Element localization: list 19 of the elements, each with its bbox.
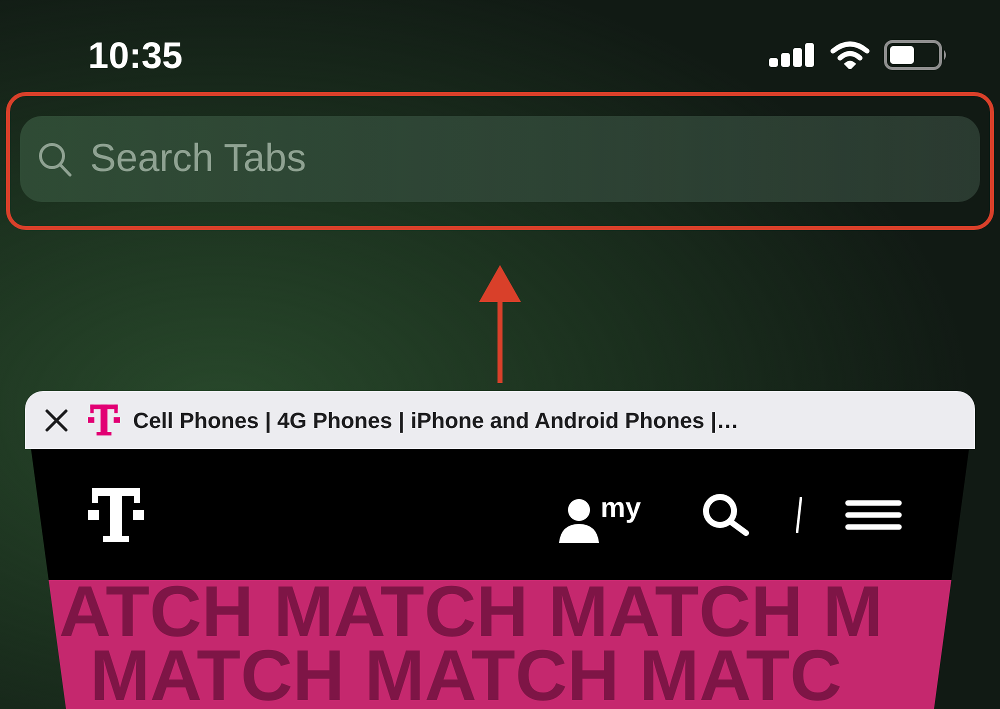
logo-icon [88, 488, 144, 542]
logo-favicon-icon [88, 402, 120, 438]
close-icon[interactable] [45, 408, 68, 432]
battery-icon [884, 40, 948, 70]
banner-text: MATCH MATCH MATC [90, 636, 842, 709]
tab-title: Cell Phones | 4G Phones | iPhone and Android Phones |… [133, 406, 739, 435]
wifi-icon [830, 41, 870, 69]
person-icon[interactable] [558, 498, 599, 542]
search-field[interactable]: Search Tabs [20, 116, 980, 202]
signal-icon [769, 43, 814, 67]
search-icon[interactable] [701, 492, 751, 536]
search-icon [38, 142, 72, 176]
menu-icon[interactable] [845, 498, 902, 530]
divider-line [796, 496, 802, 532]
up-arrow-icon [479, 265, 521, 383]
search-input[interactable]: Search Tabs [90, 137, 980, 181]
tab-header[interactable]: Cell Phones | 4G Phones | iPhone and Android Phones |… [25, 391, 975, 449]
account-label[interactable]: my [600, 494, 641, 522]
status-time: 10:35 [88, 36, 183, 74]
